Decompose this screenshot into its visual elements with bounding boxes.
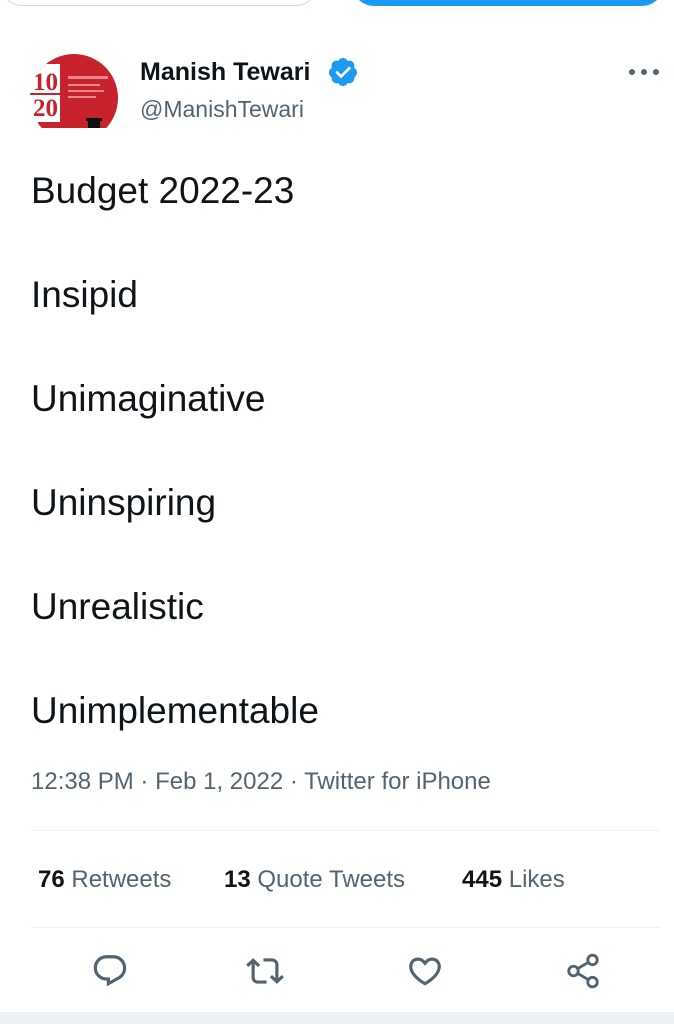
tweet-text-line: Unimplementable xyxy=(31,690,319,731)
author-handle[interactable]: @ManishTewari xyxy=(140,96,304,123)
tweet-time[interactable]: 12:38 PM xyxy=(31,768,134,795)
more-icon[interactable] xyxy=(624,58,664,86)
primary-action-button[interactable] xyxy=(352,0,664,6)
avatar-image: 10 20 xyxy=(30,54,118,142)
tweet-text-line: Unrealistic xyxy=(31,586,204,627)
like-icon[interactable] xyxy=(406,952,444,990)
avatar[interactable]: 10 20 xyxy=(30,54,118,142)
author-name[interactable]: Manish Tewari xyxy=(140,58,310,87)
likes-label: Likes xyxy=(508,866,565,893)
tweet-source[interactable]: Twitter for iPhone xyxy=(304,768,491,795)
more-dot xyxy=(653,69,659,75)
tweet-text-line: Uninspiring xyxy=(31,482,217,523)
tweet-meta: 12:38 PM · Feb 1, 2022 · Twitter for iPh… xyxy=(31,768,491,796)
tweet-text-line: Budget 2022-23 xyxy=(31,170,295,211)
retweet-icon[interactable] xyxy=(246,952,284,990)
avatar-text-bottom: 20 xyxy=(33,95,58,122)
retweets-count: 76 xyxy=(38,866,65,893)
bottom-edge xyxy=(0,1012,674,1024)
likes-count: 445 xyxy=(462,866,503,893)
retweets-label: Retweets xyxy=(71,866,172,893)
tweet-text-line: Unimaginative xyxy=(31,378,266,419)
meta-separator: · xyxy=(140,768,149,795)
likes-stat[interactable]: 445 Likes xyxy=(462,866,565,894)
tweet-text-line: Insipid xyxy=(31,274,138,315)
quote-tweets-count: 13 xyxy=(224,866,251,893)
reply-icon[interactable] xyxy=(91,952,129,990)
tweet-date[interactable]: Feb 1, 2022 xyxy=(155,768,283,795)
retweets-stat[interactable]: 76 Retweets xyxy=(38,866,171,894)
divider xyxy=(31,927,660,928)
divider xyxy=(31,830,660,831)
follow-button-outline[interactable] xyxy=(0,0,318,6)
more-dot xyxy=(629,69,635,75)
share-icon[interactable] xyxy=(564,952,602,990)
quote-tweets-label: Quote Tweets xyxy=(257,866,406,893)
more-dot xyxy=(641,69,647,75)
verified-badge-icon xyxy=(327,56,359,88)
avatar-text-top: 10 xyxy=(33,69,58,96)
quote-tweets-stat[interactable]: 13 Quote Tweets xyxy=(224,866,405,894)
meta-separator: · xyxy=(289,768,298,795)
